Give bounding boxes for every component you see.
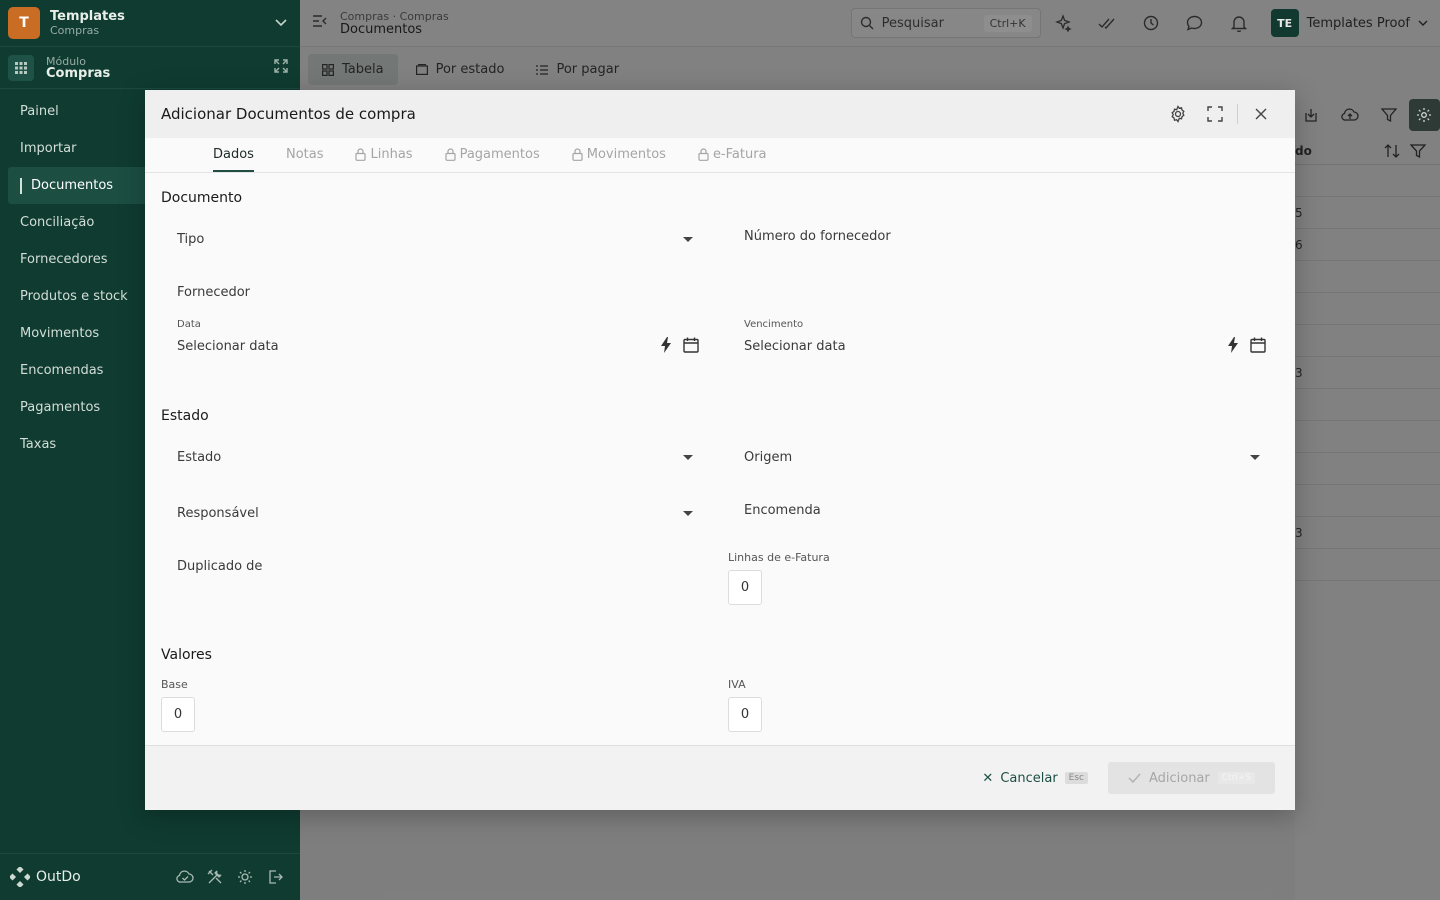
lock-icon <box>572 147 583 161</box>
sidebar-item-label: Produtos e stock <box>20 289 128 304</box>
lock-icon <box>698 147 709 161</box>
close-icon: ✕ <box>982 770 994 786</box>
vencimento-date-field[interactable]: Selecionar data <box>744 339 846 354</box>
module-name: Compras <box>46 65 111 81</box>
tab-label: Dados <box>213 146 254 162</box>
fornecedor-field[interactable]: Fornecedor <box>177 285 250 300</box>
brand-name: OutDo <box>36 869 81 885</box>
tab-pagamentos[interactable]: Pagamentos <box>444 138 540 172</box>
tab-label: Notas <box>285 146 324 162</box>
cancel-label: Cancelar <box>1000 770 1058 786</box>
grid-icon <box>8 54 34 81</box>
chevron-down-icon[interactable] <box>270 16 292 30</box>
tab-efatura[interactable]: e-Fatura <box>698 138 767 172</box>
caret-down-icon[interactable] <box>683 455 693 460</box>
add-shortcut: Ctrl+S <box>1217 772 1256 784</box>
linhas-efatura-input[interactable]: 0 <box>728 570 762 605</box>
close-icon[interactable] <box>1242 108 1279 120</box>
sidebar-item-label: Encomendas <box>20 363 104 378</box>
base-input[interactable]: 0 <box>161 697 195 732</box>
sidebar-item-label: Pagamentos <box>20 400 101 415</box>
check-icon <box>1128 773 1141 783</box>
tab-notas[interactable]: Notas <box>286 138 324 172</box>
workspace-switcher[interactable]: T Templates Compras <box>0 0 300 47</box>
sidebar-item-label: Conciliação <box>20 215 95 230</box>
lightning-icon[interactable] <box>661 337 671 357</box>
data-date-field[interactable]: Selecionar data <box>177 339 279 354</box>
iva-label: IVA <box>728 678 746 691</box>
tipo-select[interactable]: Tipo <box>177 232 204 247</box>
caret-down-icon[interactable] <box>683 511 693 516</box>
sidebar-item-label: Painel <box>20 104 59 119</box>
section-estado: Estado <box>161 408 209 424</box>
cancel-shortcut: Esc <box>1064 772 1088 784</box>
linhas-efatura-label: Linhas de e-Fatura <box>728 551 830 564</box>
encomenda-field[interactable]: Encomenda <box>744 503 821 518</box>
responsavel-select[interactable]: Responsável <box>177 506 259 521</box>
brand[interactable]: OutDo <box>10 867 170 887</box>
header-divider <box>1237 104 1238 124</box>
vencimento-label: Vencimento <box>744 319 804 330</box>
caret-down-icon[interactable] <box>683 237 693 242</box>
section-valores: Valores <box>161 647 212 663</box>
caret-down-icon[interactable] <box>1250 455 1260 460</box>
sidebar-item-label: Taxas <box>20 437 57 452</box>
module-switcher[interactable]: Módulo Compras <box>0 47 300 89</box>
tab-label: Linhas <box>370 146 413 162</box>
fullscreen-icon[interactable] <box>1196 106 1233 122</box>
workspace-logo: T <box>8 7 40 39</box>
settings-icon[interactable] <box>1159 105 1196 123</box>
workspace-name: Templates <box>50 9 125 24</box>
modal-header: Adicionar Documentos de compra <box>145 90 1295 138</box>
tab-dados[interactable]: Dados <box>213 138 254 172</box>
add-document-modal: Adicionar Documentos de compra Dados Not… <box>145 90 1295 810</box>
sidebar-item-label: Fornecedores <box>20 252 108 267</box>
tab-movimentos[interactable]: Movimentos <box>572 138 666 172</box>
numero-fornecedor-field[interactable]: Número do fornecedor <box>744 229 891 244</box>
origem-select[interactable]: Origem <box>744 450 792 465</box>
modal-title: Adicionar Documentos de compra <box>161 105 416 123</box>
tab-label: Movimentos <box>586 146 666 162</box>
tab-label: Pagamentos <box>459 146 540 162</box>
modal-tabs: Dados Notas Linhas Pagamentos Movimentos… <box>145 138 1295 173</box>
cloud-sync-icon[interactable] <box>170 870 200 884</box>
estado-select[interactable]: Estado <box>177 450 221 465</box>
calendar-icon[interactable] <box>1250 337 1266 357</box>
iva-input[interactable]: 0 <box>728 697 762 732</box>
active-indicator <box>20 177 22 194</box>
section-documento: Documento <box>161 190 243 206</box>
tab-label: e-Fatura <box>712 146 767 162</box>
add-button[interactable]: Adicionar Ctrl+S <box>1108 762 1275 794</box>
modal-body: Documento Tipo Número do fornecedor Forn… <box>145 173 1295 745</box>
lock-icon <box>444 147 456 161</box>
modal-footer: ✕ Cancelar Esc Adicionar Ctrl+S <box>145 745 1295 810</box>
sidebar-item-label: Documentos <box>31 178 114 193</box>
outdo-logo-icon <box>10 867 30 887</box>
calendar-icon[interactable] <box>683 337 699 357</box>
data-label: Data <box>177 319 201 330</box>
lock-icon <box>355 147 367 161</box>
sidebar-item-label: Movimentos <box>20 326 100 341</box>
collapse-icon[interactable] <box>270 59 292 76</box>
tools-icon[interactable] <box>200 868 230 886</box>
workspace-sub: Compras <box>50 24 100 37</box>
duplicado-field[interactable]: Duplicado de <box>177 559 262 574</box>
lightning-icon[interactable] <box>1228 337 1238 357</box>
add-label: Adicionar <box>1148 770 1210 786</box>
logout-icon[interactable] <box>260 869 290 885</box>
sidebar-item-label: Importar <box>20 141 77 156</box>
tab-linhas[interactable]: Linhas <box>355 138 413 172</box>
cancel-button[interactable]: ✕ Cancelar Esc <box>982 771 1088 786</box>
sidebar-footer: OutDo <box>0 853 300 900</box>
base-label: Base <box>161 678 188 691</box>
theme-sun-icon[interactable] <box>230 869 260 885</box>
